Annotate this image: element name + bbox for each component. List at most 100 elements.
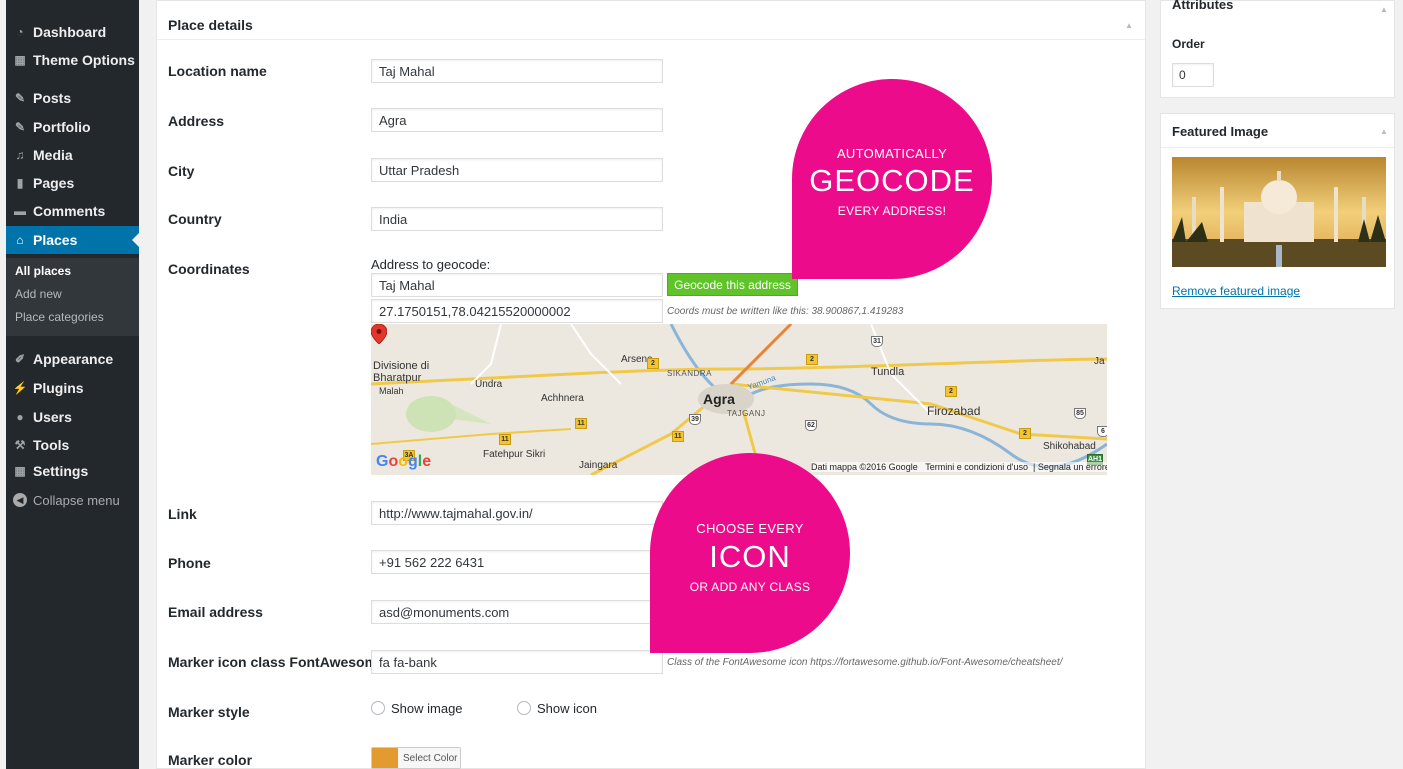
menu-label: Settings	[33, 463, 89, 479]
map-marker-icon[interactable]	[371, 324, 387, 344]
city-input[interactable]: Uttar Pradesh	[371, 158, 663, 182]
order-input[interactable]: 0	[1172, 63, 1214, 87]
location-name-input[interactable]: Taj Mahal	[371, 59, 663, 83]
menu-label: Comments	[33, 203, 106, 219]
road-shield: 39	[689, 414, 701, 425]
road-shield: 2	[1019, 428, 1031, 439]
address-input[interactable]: Agra	[371, 108, 663, 132]
menu-appearance[interactable]: ✐ Appearance	[6, 345, 139, 373]
menu-dashboard[interactable]: ◔ Dashboard	[6, 18, 139, 46]
wrench-icon: ⚒	[14, 438, 26, 452]
collapse-arrow-icon[interactable]: ▲	[1380, 127, 1388, 136]
map-place-label: Undra	[475, 379, 503, 390]
link-input[interactable]: http://www.tajmahal.gov.in/	[371, 501, 663, 525]
road-shield: 2	[945, 386, 957, 397]
menu-label: Users	[33, 409, 72, 425]
road-shield: 6	[1097, 426, 1107, 437]
country-input[interactable]: India	[371, 207, 663, 231]
menu-pages[interactable]: ▮ Pages	[6, 169, 139, 197]
marker-icon-input[interactable]: fa fa-bank	[371, 650, 663, 674]
callout-headline: ICON	[709, 539, 791, 574]
email-input[interactable]: asd@monuments.com	[371, 600, 663, 624]
pushpin-icon: ✎	[14, 91, 26, 105]
menu-theme-options[interactable]: ▦ Theme Options	[6, 46, 139, 74]
collapse-arrow-icon[interactable]: ▲	[1380, 5, 1388, 14]
pushpin-icon: ✎	[14, 120, 26, 134]
road-shield: 11	[575, 418, 587, 429]
coordinates-input[interactable]: 27.1750151,78.04215520000002	[371, 299, 663, 323]
marker-icon-label: Marker icon class FontAwesome	[168, 654, 385, 670]
settings-icon: ▦	[14, 464, 26, 478]
collapse-icon: ◀	[13, 493, 27, 507]
brush-icon: ✐	[14, 352, 26, 366]
collapse-menu-button[interactable]: ◀ Collapse menu	[6, 488, 139, 512]
menu-label: Tools	[33, 437, 70, 453]
place-details-box: Place details ▲ Location name Taj Mahal …	[156, 0, 1146, 769]
menu-label: Places	[33, 232, 78, 248]
phone-label: Phone	[168, 555, 211, 571]
road-shield: 85	[1074, 408, 1086, 419]
google-logo: Google	[376, 453, 432, 470]
submenu-place-categories[interactable]: Place categories	[15, 310, 104, 324]
menu-settings[interactable]: ▦ Settings	[6, 457, 139, 485]
geocode-button[interactable]: Geocode this address	[667, 273, 798, 296]
map-place-label: Tundla	[871, 366, 905, 378]
menu-label: Media	[33, 147, 73, 163]
map-place-label: Bharatpur	[373, 372, 422, 384]
featured-image[interactable]	[1172, 157, 1386, 267]
map-place-label: Jaingara	[579, 460, 618, 471]
menu-media[interactable]: ♫ Media	[6, 141, 139, 169]
select-color-button[interactable]: Select Color	[371, 747, 461, 769]
collapse-label: Collapse menu	[33, 492, 120, 508]
map-report-link[interactable]: Segnala un errore nella mappa	[1038, 462, 1107, 472]
menu-label: Plugins	[33, 380, 84, 396]
geocode-map[interactable]: Divisione di Bharatpur Malah Undra Achhn…	[371, 324, 1107, 475]
show-image-radio[interactable]	[371, 701, 385, 715]
menu-places[interactable]: ⌂ Places	[6, 226, 139, 254]
place-details-title: Place details	[168, 17, 253, 33]
featured-image-title: Featured Image	[1172, 124, 1269, 139]
menu-users[interactable]: ● Users	[6, 403, 139, 431]
map-place-label: Ja	[1094, 356, 1105, 367]
place-details-header[interactable]: Place details ▲	[157, 9, 1145, 40]
country-label: Country	[168, 211, 222, 227]
places-submenu: All places Add new Place categories	[6, 258, 139, 336]
remove-featured-image-link[interactable]: Remove featured image	[1172, 284, 1300, 298]
map-place-label: SIKANDRA	[667, 369, 712, 378]
road-shield: 11	[672, 431, 684, 442]
menu-comments[interactable]: ▬ Comments	[6, 197, 139, 225]
menu-tools[interactable]: ⚒ Tools	[6, 431, 139, 459]
road-shield: 31	[871, 336, 883, 347]
show-icon-radio[interactable]	[517, 701, 531, 715]
theme-options-icon: ▦	[14, 53, 26, 67]
road-shield: 2	[806, 354, 818, 365]
submenu-add-new[interactable]: Add new	[15, 287, 62, 301]
coordinates-label: Coordinates	[168, 261, 250, 277]
phone-input[interactable]: +91 562 222 6431	[371, 550, 663, 574]
marker-color-label: Marker color	[168, 752, 253, 768]
pages-icon: ▮	[16, 176, 24, 190]
road-shield: 11	[499, 434, 511, 445]
featured-image-header[interactable]: Featured Image ▲	[1161, 114, 1394, 148]
geocode-callout: AUTOMATICALLY GEOCODE EVERY ADDRESS!	[792, 79, 992, 279]
collapse-arrow-icon[interactable]: ▲	[1125, 21, 1133, 30]
callout-line: AUTOMATICALLY	[836, 146, 948, 161]
dashboard-icon: ◔	[16, 25, 24, 39]
map-data-attribution: Dati mappa ©2016 Google	[811, 462, 918, 472]
show-icon-label[interactable]: Show icon	[537, 701, 597, 716]
submenu-all-places[interactable]: All places	[15, 264, 71, 278]
geocode-address-input[interactable]: Taj Mahal	[371, 273, 663, 297]
map-terms-link[interactable]: Termini e condizioni d'uso	[925, 462, 1028, 472]
road-shield: 62	[805, 420, 817, 431]
map-place-label: Shikohabad	[1043, 441, 1096, 452]
map-place-label: Achhnera	[541, 393, 584, 404]
location-name-label: Location name	[168, 63, 267, 79]
menu-plugins[interactable]: ⚡ Plugins	[6, 374, 139, 402]
email-label: Email address	[168, 604, 263, 620]
menu-portfolio[interactable]: ✎ Portfolio	[6, 113, 139, 141]
map-roads	[371, 324, 1107, 475]
show-image-label[interactable]: Show image	[391, 701, 463, 716]
menu-posts[interactable]: ✎ Posts	[6, 84, 139, 112]
map-place-label: TAJGANJ	[727, 409, 766, 418]
attributes-title: Attributes	[1172, 0, 1234, 12]
